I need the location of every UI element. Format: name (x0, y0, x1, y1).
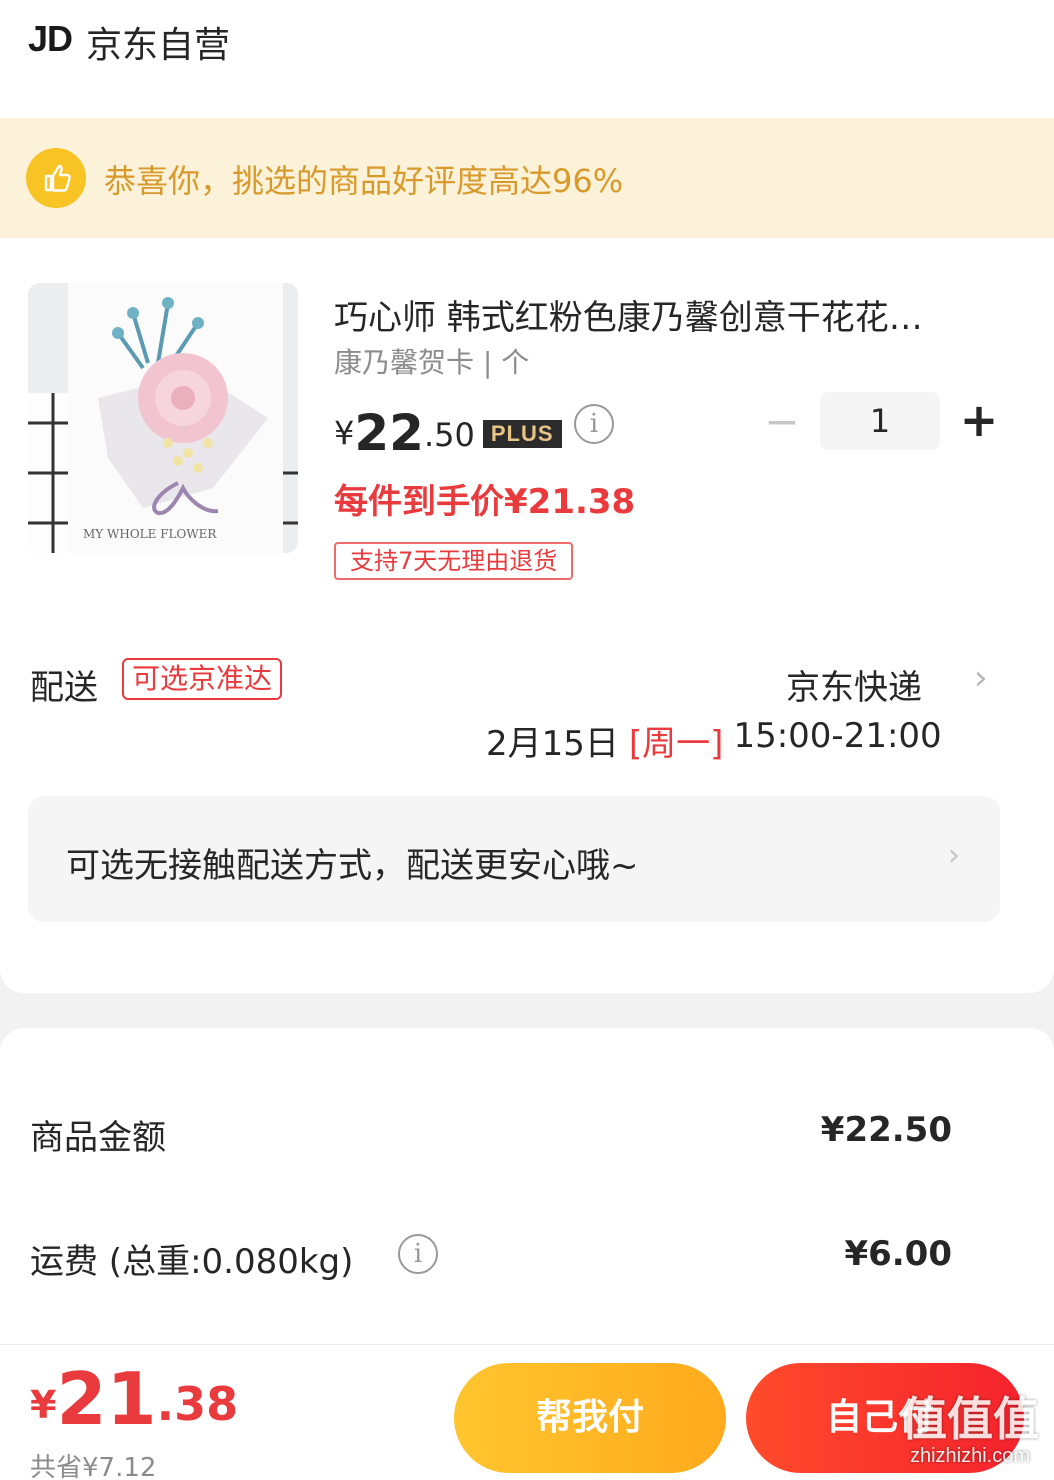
total-integer: 21 (56, 1357, 157, 1441)
total-decimal: .38 (156, 1377, 239, 1431)
plus-member-badge: PLUS (482, 420, 562, 448)
delivery-time-range: 15:00-21:00 (733, 716, 942, 756)
chevron-right-icon: › (948, 838, 960, 873)
goods-amount-label: 商品金额 (30, 1118, 166, 1158)
total-savings: 共省¥7.12 (30, 1453, 157, 1480)
product-image[interactable]: MY WHOLE FLOWER (28, 283, 298, 553)
delivery-time[interactable]: 2月15日 [周一] 15:00-21:00 (486, 716, 942, 765)
goods-amount-value: ¥22.50 (820, 1110, 952, 1150)
contactless-delivery-option[interactable]: 可选无接触配送方式，配送更安心哦~ › (28, 796, 1000, 922)
jd-logo: JD (28, 18, 73, 59)
product-spec[interactable]: 康乃馨贺卡 | 个 (334, 341, 529, 381)
product-title[interactable]: 巧心师 韩式红粉色康乃馨创意干花花… (334, 290, 1004, 339)
thumbs-up-icon (26, 148, 86, 208)
delivery-date: 2月15日 (486, 724, 619, 764)
total-price: ¥ 21 .38 (30, 1363, 238, 1435)
order-item-card: MY WHOLE FLOWER 巧心师 韩式红粉色康乃馨创意干花花… 康乃馨贺卡… (0, 238, 1054, 993)
store-header: JD 京东自营 (0, 0, 1054, 118)
ask-friend-pay-button[interactable]: 帮我付 (454, 1363, 726, 1473)
chevron-right-icon[interactable]: › (974, 658, 988, 698)
quantity-input[interactable]: 1 (820, 392, 940, 450)
pay-myself-button[interactable]: 自己付 (746, 1363, 1024, 1473)
scheduled-delivery-tag: 可选京准达 (122, 658, 283, 700)
contactless-delivery-text: 可选无接触配送方式，配送更安心哦~ (66, 846, 639, 886)
delivery-weekday: [周一] (628, 724, 724, 764)
product-price: ¥ 22 .50 PLUS (334, 398, 562, 458)
shipping-carrier[interactable]: 京东快递 (786, 660, 922, 709)
total-currency: ¥ (30, 1383, 57, 1427)
rating-banner: 恭喜你，挑选的商品好评度高达96% (0, 118, 1054, 238)
shipping-label: 配送 (30, 668, 98, 708)
return-policy-tag: 支持7天无理由退货 (334, 542, 574, 580)
shop-name[interactable]: 京东自营 (86, 16, 230, 68)
price-info-icon[interactable]: i (574, 404, 614, 444)
price-currency: ¥ (334, 414, 355, 452)
freight-info-icon[interactable]: i (398, 1234, 438, 1274)
freight-value: ¥6.00 (844, 1234, 952, 1274)
checkout-bar: ¥ 21 .38 共省¥7.12 帮我付 自己付 (0, 1344, 1054, 1480)
freight-label: 运费 (总重:0.080kg) (30, 1242, 354, 1282)
quantity-increase-button[interactable]: + (956, 396, 1002, 446)
final-unit-price: 每件到手价¥21.38 (334, 482, 636, 522)
price-decimal: .50 (423, 416, 475, 454)
product-image-caption: MY WHOLE FLOWER (83, 527, 217, 541)
quantity-decrease-button[interactable]: − (760, 401, 804, 443)
rating-text: 恭喜你，挑选的商品好评度高达96% (104, 162, 624, 200)
price-integer: 22 (354, 404, 424, 462)
